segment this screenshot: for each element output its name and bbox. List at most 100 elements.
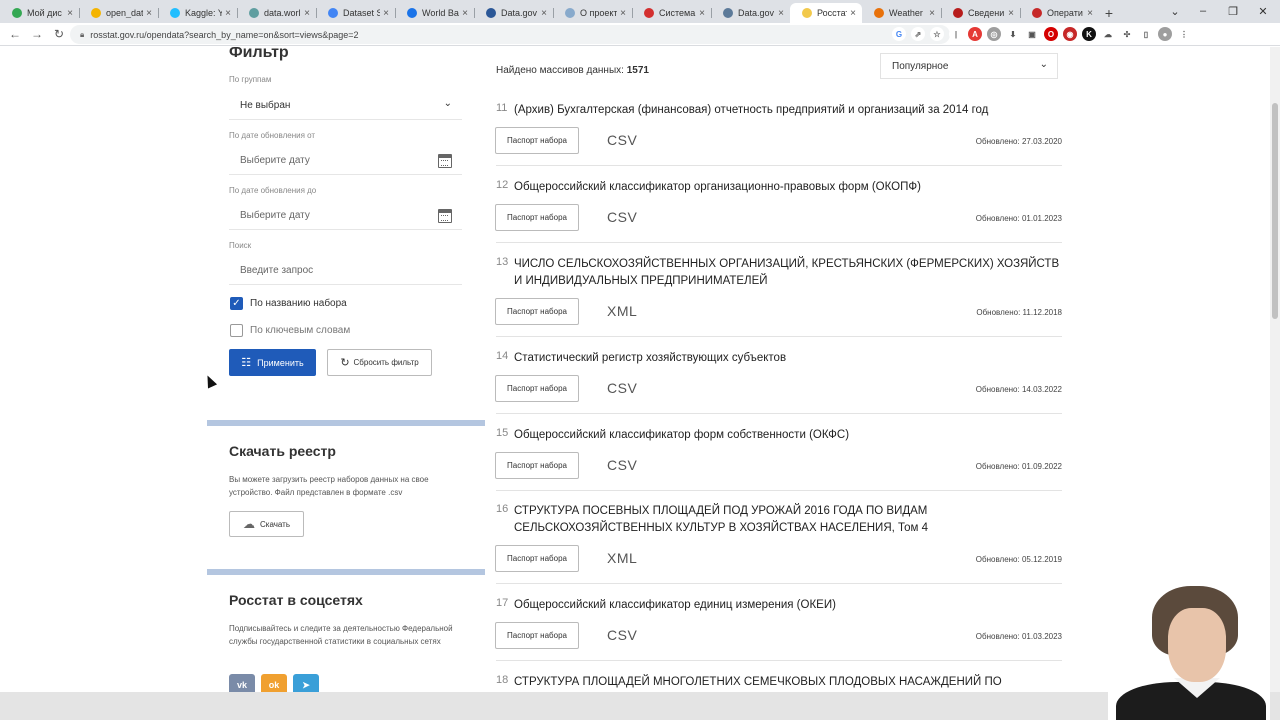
reload-icon[interactable]: ↻ — [48, 27, 70, 41]
date-to-input[interactable]: Выберите дату — [229, 202, 462, 230]
tab-close-icon[interactable]: × — [383, 8, 389, 19]
by-name-label[interactable]: По названию набора — [250, 298, 347, 309]
puzzle-icon[interactable]: ✣ — [1120, 27, 1134, 41]
browser-tab[interactable]: World Ba × — [395, 3, 474, 23]
section-divider — [207, 420, 485, 426]
globe-icon[interactable]: ◎ — [987, 27, 1001, 41]
apply-button-label: Применить — [257, 357, 304, 368]
new-tab-icon[interactable]: + — [1099, 3, 1119, 23]
minimize-icon[interactable]: – — [1188, 0, 1218, 22]
sort-select[interactable]: Популярное ⌄ — [880, 53, 1058, 79]
opera-icon[interactable]: O — [1044, 27, 1058, 41]
back-icon[interactable]: ← — [4, 27, 26, 41]
search-input[interactable]: Введите запрос — [229, 257, 462, 285]
tab-close-icon[interactable]: × — [620, 8, 626, 19]
format-download-link[interactable]: XML — [607, 303, 637, 319]
page-scrollbar[interactable] — [1270, 47, 1280, 692]
browser-tab[interactable]: Weather × — [862, 3, 941, 23]
group-select[interactable]: Не выбран ⌄ — [229, 92, 462, 120]
share-icon[interactable]: ⇗ — [911, 27, 925, 41]
download-icon[interactable]: ⬇ — [1006, 27, 1020, 41]
dataset-title-link[interactable]: СТРУКТУРА ПЛОЩАДЕЙ МНОГОЛЕТНИХ СЕМЕЧКОВЫ… — [514, 674, 1062, 691]
download-registry-button[interactable]: ☁ Скачать — [229, 511, 304, 537]
dataset-title-link[interactable]: ЧИСЛО СЕЛЬСКОХОЗЯЙСТВЕННЫХ ОРГАНИЗАЦИЙ, … — [514, 256, 1062, 290]
scrollbar-thumb[interactable] — [1272, 103, 1278, 319]
passport-button[interactable]: Паспорт набора — [495, 452, 579, 479]
browser-tab[interactable]: data.worl × — [237, 3, 316, 23]
passport-button[interactable]: Паспорт набора — [495, 622, 579, 649]
restore-icon[interactable]: ❐ — [1218, 0, 1248, 22]
browser-status-bar — [0, 692, 1280, 720]
by-name-checkbox[interactable]: ✓ — [230, 297, 243, 310]
browser-tab[interactable]: Сведени × — [941, 3, 1020, 23]
browser-tab[interactable]: Kaggle: Yo× — [158, 3, 237, 23]
profile-avatar[interactable]: ● — [1158, 27, 1172, 41]
telegram-icon[interactable]: ➤ — [293, 674, 319, 692]
tab-close-icon[interactable]: × — [929, 8, 935, 19]
passport-button[interactable]: Паспорт набора — [495, 298, 579, 325]
google-icon[interactable]: G — [892, 27, 906, 41]
format-download-link[interactable]: CSV — [607, 627, 637, 643]
tab-close-icon[interactable]: × — [850, 8, 856, 19]
bookmark-star-icon[interactable]: ☆ — [930, 27, 944, 41]
format-download-link[interactable]: CSV — [607, 209, 637, 225]
apply-button[interactable]: ☷ Применить — [229, 349, 316, 376]
browser-tab[interactable]: Система × — [632, 3, 711, 23]
tab-close-icon[interactable]: × — [699, 8, 705, 19]
k-extension-icon[interactable]: K — [1082, 27, 1096, 41]
dataset-title-link[interactable]: (Архив) Бухгалтерская (финансовая) отчет… — [514, 102, 1062, 119]
tab-close-icon[interactable]: × — [541, 8, 547, 19]
tab-close-icon[interactable]: × — [67, 8, 73, 19]
browser-tab[interactable]: Data.gov × — [474, 3, 553, 23]
browser-tab[interactable]: Dataset S × — [316, 3, 395, 23]
tab-close-icon[interactable]: × — [304, 8, 310, 19]
tab-close-icon[interactable]: × — [778, 8, 784, 19]
passport-button[interactable]: Паспорт набора — [495, 204, 579, 231]
browser-tab[interactable]: О проект × — [553, 3, 632, 23]
tab-search-icon[interactable]: ⌄ — [1160, 0, 1190, 22]
close-window-icon[interactable]: ✕ — [1248, 0, 1278, 22]
passport-button[interactable]: Паспорт набора — [495, 375, 579, 402]
passport-button[interactable]: Паспорт набора — [495, 545, 579, 572]
date-from-input[interactable]: Выберите дату — [229, 147, 462, 175]
by-keywords-checkbox[interactable] — [230, 324, 243, 337]
item-separator — [496, 242, 1062, 243]
tab-close-icon[interactable]: × — [462, 8, 468, 19]
dataset-title-link[interactable]: Статистический регистр хозяйствующих суб… — [514, 350, 1062, 367]
tab-close-icon[interactable]: × — [146, 8, 152, 19]
tab-close-icon[interactable]: × — [1087, 8, 1093, 19]
record-icon[interactable]: ◉ — [1063, 27, 1077, 41]
cloud-icon[interactable]: ☁ — [1101, 27, 1115, 41]
passport-button[interactable]: Паспорт набора — [495, 127, 579, 154]
dataset-title-link[interactable]: Общероссийский классификатор организацио… — [514, 179, 1062, 196]
calendar-icon[interactable] — [438, 209, 452, 223]
browser-tab[interactable]: Data.gov × — [711, 3, 790, 23]
tab-close-icon[interactable]: × — [1008, 8, 1014, 19]
camera-icon[interactable]: ▣ — [1025, 27, 1039, 41]
dataset-title-link[interactable]: СТРУКТУРА ПОСЕВНЫХ ПЛОЩАДЕЙ ПОД УРОЖАЙ 2… — [514, 503, 1062, 537]
browser-tab[interactable]: Росстат -× — [790, 3, 862, 23]
format-download-link[interactable]: CSV — [607, 380, 637, 396]
format-download-link[interactable]: CSV — [607, 132, 637, 148]
calendar-icon[interactable] — [438, 154, 452, 168]
browser-tab[interactable]: Операти × — [1020, 3, 1099, 23]
url-input[interactable]: 🔒︎ rosstat.gov.ru/opendata?search_by_nam… — [70, 25, 950, 44]
format-download-link[interactable]: XML — [607, 550, 637, 566]
by-keywords-label[interactable]: По ключевым словам — [250, 325, 350, 336]
browser-tab[interactable]: open_dat × — [79, 3, 158, 23]
odnoklassniki-icon[interactable]: ok — [261, 674, 287, 692]
adblock-icon[interactable]: A — [968, 27, 982, 41]
vk-icon[interactable]: vk — [229, 674, 255, 692]
forward-icon[interactable]: → — [26, 27, 48, 41]
reset-filter-button[interactable]: ↻ Сбросить фильтр — [327, 349, 432, 376]
search-label: Поиск — [229, 241, 252, 250]
sidepanel-icon[interactable]: ▯ — [1139, 27, 1153, 41]
dataset-title-link[interactable]: Общероссийский классификатор форм собств… — [514, 427, 1062, 444]
tab-label: Мой дис — [27, 8, 62, 18]
browser-tab[interactable]: Мой дис × — [0, 3, 79, 23]
tab-favicon-icon — [12, 8, 22, 18]
dataset-title-link[interactable]: Общероссийский классификатор единиц изме… — [514, 597, 1062, 614]
format-download-link[interactable]: CSV — [607, 457, 637, 473]
tab-close-icon[interactable]: × — [225, 8, 231, 19]
menu-icon[interactable]: ⋮ — [1177, 27, 1191, 41]
